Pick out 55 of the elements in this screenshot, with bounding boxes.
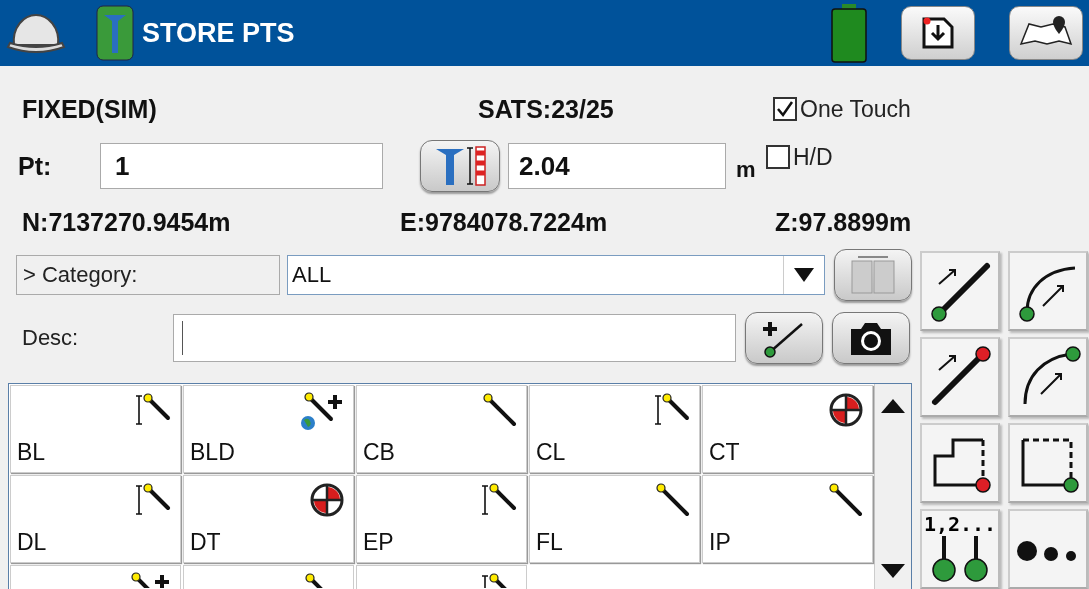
import-button[interactable] (901, 6, 975, 60)
tool-button[interactable] (1008, 509, 1088, 589)
antenna-height-button[interactable] (420, 140, 500, 192)
code-tile[interactable]: IP (702, 475, 873, 563)
import-icon (921, 16, 955, 50)
code-tile[interactable]: BLD (183, 385, 354, 473)
description-label: Desc: (21, 325, 80, 351)
coordinate-value: Z:97.8899m (775, 207, 913, 237)
code-list-button[interactable] (834, 249, 912, 301)
satellite-count: SATS:23/25 (478, 94, 615, 124)
coordinate-value: N:7137270.9454m (21, 207, 232, 237)
category-button[interactable]: > Category: (16, 255, 280, 295)
option-checkbox[interactable]: H/D (766, 143, 833, 171)
height-unit: m (735, 157, 757, 183)
tool-button[interactable] (920, 423, 1000, 503)
target-icon (828, 392, 864, 428)
gnss-receiver-icon[interactable] (96, 5, 134, 61)
code-tile[interactable]: DT (183, 475, 354, 563)
scroll-bar[interactable] (874, 384, 911, 589)
dropdown-caret-icon (794, 268, 814, 282)
code-tile[interactable] (356, 565, 527, 589)
code-tile[interactable]: CT (702, 385, 873, 473)
document-pages-icon (848, 255, 898, 295)
battery-icon (831, 3, 867, 63)
map-button[interactable] (1009, 6, 1083, 60)
code-tile[interactable]: CB (356, 385, 527, 473)
up-arrow-icon (881, 399, 905, 413)
code-tile[interactable]: DL (10, 475, 181, 563)
tool-button[interactable] (1008, 251, 1088, 331)
tool-button[interactable] (920, 337, 1000, 417)
tool-button[interactable]: 1,2... (920, 509, 1000, 589)
category-dropdown[interactable]: ALL (287, 255, 825, 295)
height-input[interactable]: 2.04 (508, 143, 726, 189)
down-arrow-icon (881, 564, 905, 578)
solution-status: FIXED(SIM) (21, 94, 158, 124)
tool-button[interactable] (920, 251, 1000, 331)
description-input[interactable] (173, 314, 736, 362)
checkmark-icon (776, 100, 794, 118)
option-checkbox[interactable]: One Touch (773, 95, 911, 123)
coordinate-value: E:9784078.7224m (400, 207, 609, 237)
code-tile[interactable] (183, 565, 354, 589)
code-tile[interactable]: EP (356, 475, 527, 563)
code-tile[interactable] (10, 565, 181, 589)
point-input[interactable]: 1 (100, 143, 383, 189)
screen-title: STORE PTS (142, 17, 296, 49)
camera-button[interactable] (832, 312, 910, 364)
point-label: Pt: (17, 151, 53, 181)
tool-button[interactable] (1008, 423, 1088, 503)
add-line-button[interactable] (745, 312, 823, 364)
tool-button[interactable] (1008, 337, 1088, 417)
code-tile[interactable]: FL (529, 475, 700, 563)
target-icon (309, 482, 345, 518)
code-tile[interactable]: BL (10, 385, 181, 473)
code-tile[interactable]: CL (529, 385, 700, 473)
pole-plus-globe-icon (299, 392, 345, 432)
